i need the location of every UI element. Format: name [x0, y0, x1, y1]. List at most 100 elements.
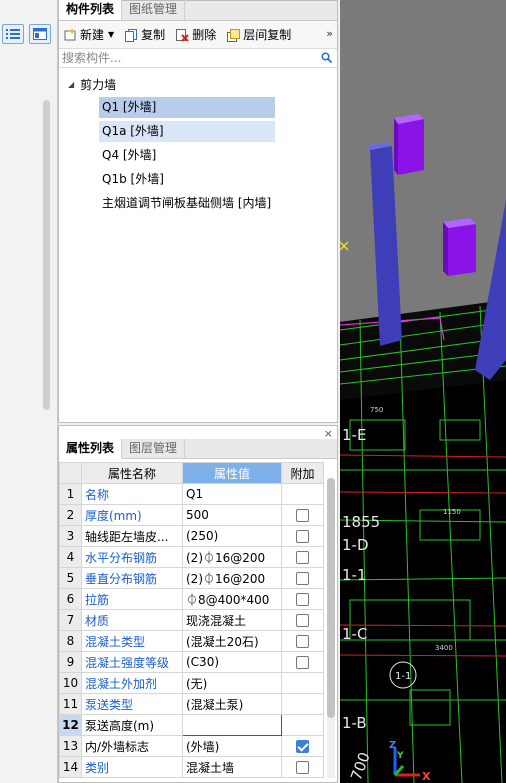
checked-checkbox[interactable] — [296, 740, 309, 753]
property-name: 内/外墙标志 — [81, 735, 183, 757]
property-value[interactable]: (混凝土泵) — [182, 693, 282, 715]
axis-label: 1-1 — [342, 566, 367, 584]
tree-item-flue-damper-wall[interactable]: 主烟道调节闸板基础侧墙 [内墙] — [99, 193, 337, 214]
tab-layer-management[interactable]: 图层管理 — [122, 439, 186, 459]
property-row[interactable]: 2 厚度(mm) 500 — [59, 504, 324, 526]
column-header-value[interactable]: 属性值 — [182, 462, 282, 484]
purple-block-lower[interactable] — [443, 218, 476, 276]
property-value[interactable]: (2)⏀16@200 — [182, 567, 282, 589]
row-index: 5 — [59, 567, 82, 589]
property-row[interactable]: 8 混凝土类型 (混凝土20石) — [59, 630, 324, 652]
search-icon[interactable] — [321, 52, 332, 63]
property-value[interactable]: (250) — [182, 525, 282, 547]
component-search-input[interactable] — [59, 49, 337, 67]
tree-item-q1a[interactable]: Q1a [外墙] — [99, 121, 275, 142]
property-row[interactable]: 6 拉筋 ⏀8@400*400 — [59, 588, 324, 610]
row-index: 2 — [59, 504, 82, 526]
property-row[interactable]: 1 名称 Q1 — [59, 483, 324, 505]
close-icon[interactable]: × — [324, 427, 333, 440]
property-value[interactable]: (外墙) — [182, 735, 282, 757]
column-header-name[interactable]: 属性名称 — [81, 462, 183, 484]
property-value[interactable]: 现浇混凝土 — [182, 609, 282, 631]
checkbox[interactable] — [296, 551, 309, 564]
new-icon — [64, 27, 76, 40]
axis-label: 1-C — [342, 625, 367, 643]
property-panel: × 属性列表 图层管理 属性名称 属性值 附加 1 名称 Q1 2 厚度(mm) 500 3… — [58, 425, 338, 783]
property-row[interactable]: 4 水平分布钢筋 (2)⏀16@200 — [59, 546, 324, 568]
column-header-extra[interactable]: 附加 — [281, 462, 324, 484]
property-value[interactable]: (无) — [182, 672, 282, 694]
tree-node-shear-wall[interactable]: ◢ 剪力墙 — [59, 74, 337, 94]
extra-cell — [281, 588, 324, 610]
column-header-index — [59, 462, 82, 484]
property-row[interactable]: 3 轴线距左墙皮... (250) — [59, 525, 324, 547]
property-row[interactable]: 11 泵送类型 (混凝土泵) — [59, 693, 324, 715]
property-value[interactable]: Q1 — [182, 483, 282, 505]
layer-copy-button-label: 层间复制 — [243, 28, 292, 42]
property-value[interactable]: 500 — [182, 504, 282, 526]
property-value[interactable]: (混凝土20石) — [182, 630, 282, 652]
checkbox[interactable] — [296, 656, 309, 669]
property-value[interactable]: ⏀8@400*400 — [182, 588, 282, 610]
property-row[interactable]: 5 垂直分布钢筋 (2)⏀16@200 — [59, 567, 324, 589]
checkbox[interactable] — [296, 614, 309, 627]
new-button[interactable]: 新建 ▼ — [63, 26, 114, 43]
checkbox[interactable] — [296, 509, 309, 522]
component-tree: ◢ 剪力墙 Q1 [外墙] Q1a [外墙] Q4 [外墙] Q1b [外墙] … — [59, 68, 337, 214]
property-name: 类别 — [81, 756, 183, 778]
layer-copy-button[interactable]: 层间复制 — [226, 26, 291, 43]
row-index: 13 — [59, 735, 82, 757]
component-panel-tabs: 构件列表 图纸管理 — [59, 0, 337, 21]
property-value[interactable]: 混凝土墙 — [182, 756, 282, 778]
tab-property-list[interactable]: 属性列表 — [59, 439, 123, 459]
copy-button-label: 复制 — [141, 28, 166, 42]
row-index: 8 — [59, 630, 82, 652]
row-index: 11 — [59, 693, 82, 715]
tab-component-list[interactable]: 构件列表 — [59, 0, 123, 20]
dimension-label: 1150 — [443, 508, 461, 516]
property-panel-tabs: 属性列表 图层管理 — [59, 439, 337, 459]
property-name: 混凝土强度等级 — [81, 651, 183, 673]
property-value-editor[interactable] — [182, 714, 282, 736]
purple-block-upper[interactable] — [394, 114, 424, 175]
list-view-button[interactable] — [2, 24, 24, 44]
3d-viewport[interactable]: 1-E 1855 1-D 1-1 1-C 1-B 700 1-1 1150 34… — [340, 0, 506, 783]
delete-button-label: 删除 — [192, 28, 217, 42]
property-scrollbar-thumb[interactable] — [327, 478, 335, 718]
collapse-arrow-icon[interactable]: ◢ — [68, 80, 74, 89]
layer-copy-icon — [227, 28, 241, 42]
delete-button[interactable]: 删除 — [175, 26, 216, 43]
extra-cell — [281, 672, 324, 694]
checkbox[interactable] — [296, 572, 309, 585]
toolbar-overflow-button[interactable]: » — [326, 27, 333, 40]
grid-axis-labels: 1-E 1855 1-D 1-1 1-C 1-B 700 — [342, 426, 380, 783]
tree-item-q1[interactable]: Q1 [外墙] — [99, 97, 275, 118]
property-value[interactable]: (C30) — [182, 651, 282, 673]
property-row[interactable]: 12 泵送高度(m) — [59, 714, 324, 736]
detail-view-button[interactable] — [29, 24, 51, 44]
checkbox[interactable] — [296, 593, 309, 606]
property-scrollbar[interactable] — [327, 478, 335, 778]
dimension-label: 3400 — [435, 644, 453, 652]
tab-drawing-management[interactable]: 图纸管理 — [122, 0, 186, 20]
left-strip-scrollbar[interactable] — [43, 100, 50, 410]
property-value[interactable]: (2)⏀16@200 — [182, 546, 282, 568]
property-row[interactable]: 9 混凝土强度等级 (C30) — [59, 651, 324, 673]
row-index: 1 — [59, 483, 82, 505]
property-name: 泵送类型 — [81, 693, 183, 715]
checkbox[interactable] — [296, 761, 309, 774]
property-row[interactable]: 7 材质 现浇混凝土 — [59, 609, 324, 631]
axis-label: 1-D — [342, 536, 369, 554]
checkbox[interactable] — [296, 530, 309, 543]
checkbox[interactable] — [296, 635, 309, 648]
dropdown-arrow-icon[interactable]: ▼ — [108, 30, 114, 39]
extra-cell — [281, 630, 324, 652]
copy-button[interactable]: 复制 — [124, 26, 165, 43]
property-row[interactable]: 14 类别 混凝土墙 — [59, 756, 324, 778]
row-index: 14 — [59, 756, 82, 778]
property-name: 材质 — [81, 609, 183, 631]
tree-item-q1b[interactable]: Q1b [外墙] — [99, 169, 275, 190]
tree-item-q4[interactable]: Q4 [外墙] — [99, 145, 275, 166]
property-row[interactable]: 13 内/外墙标志 (外墙) — [59, 735, 324, 757]
property-row[interactable]: 10 混凝土外加剂 (无) — [59, 672, 324, 694]
